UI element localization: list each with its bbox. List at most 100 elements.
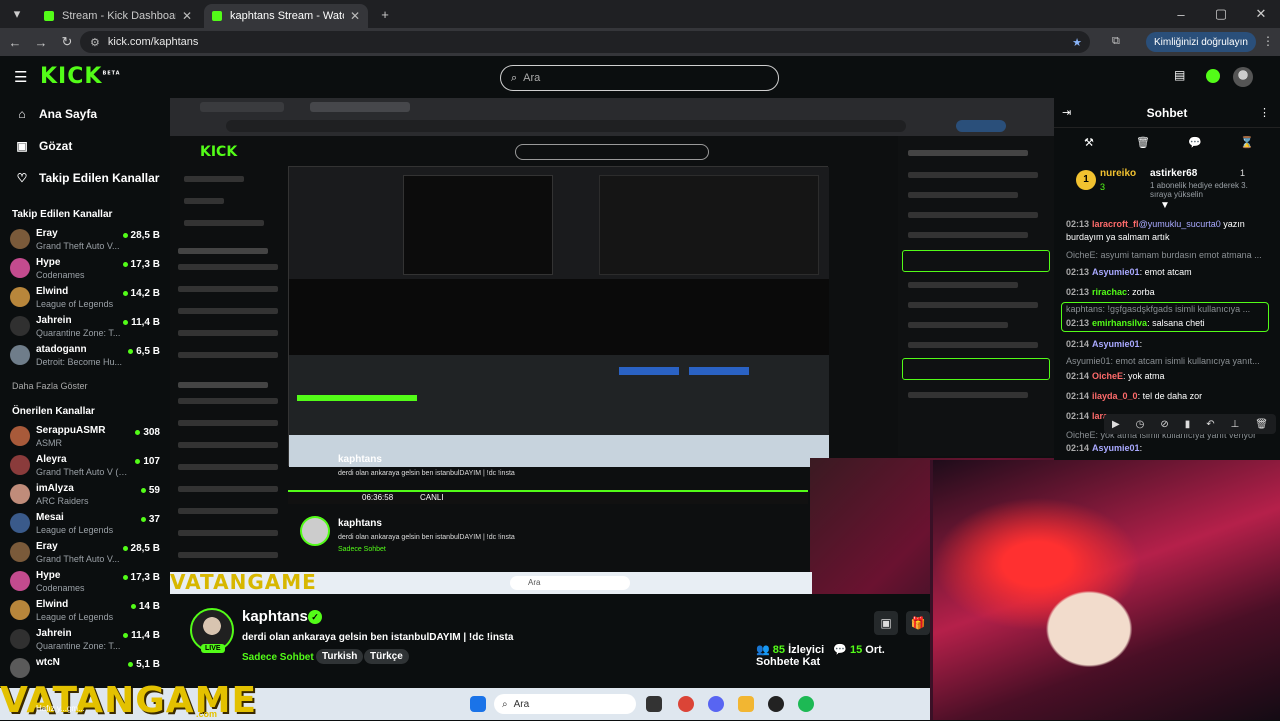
chat-message[interactable]: 02:13 emirhansilva: salsana cheti — [1066, 317, 1272, 330]
chat-message[interactable]: 02:14 Asyumie01: — [1066, 338, 1272, 351]
channel-item[interactable]: Hype Codenames 17,3 B — [10, 255, 162, 283]
channel-item[interactable]: Hype Codenames 17,3 B — [10, 568, 162, 596]
tag-turkce[interactable]: Türkçe — [364, 649, 409, 664]
nested-subonly: Sadece Sohbet — [338, 546, 386, 553]
chat-menu-icon[interactable]: ⋮ — [1259, 106, 1270, 119]
task-view-icon[interactable] — [646, 696, 662, 712]
verify-label: Kimliğinizi doğrulayın — [1154, 36, 1248, 48]
chat-message[interactable]: 02:14 Asyumie01: — [1066, 442, 1272, 455]
reload-icon[interactable]: ↻ — [54, 34, 80, 50]
play-icon[interactable]: ▶ — [1112, 419, 1120, 430]
search-input[interactable]: ⌕ Ara — [500, 65, 779, 91]
channel-name[interactable]: kaphtans — [242, 608, 308, 625]
nested-vatan-overlay: VATANGAME — [170, 570, 317, 594]
nested-timer: 06:36:58 — [362, 493, 394, 502]
timeout-icon[interactable]: ◷ — [1136, 419, 1145, 430]
chat-message[interactable]: 02:13 Asyumie01: emot atcam — [1066, 266, 1272, 279]
message-user[interactable]: rirachac — [1092, 287, 1127, 297]
show-more-link[interactable]: Daha Fazla Göster — [12, 381, 88, 391]
chat-message[interactable]: 02:13 rirachac: zorba — [1066, 286, 1272, 299]
chat-message[interactable]: 02:14 ilayda_0_0: tel de daha zor — [1066, 390, 1272, 403]
channel-item[interactable]: atadogann Detroit: Become Hu... 6,5 B — [10, 342, 162, 370]
mute-icon[interactable]: ⊘ — [1160, 419, 1168, 430]
discord-icon[interactable] — [708, 696, 724, 712]
file-explorer-icon[interactable] — [738, 696, 754, 712]
tab-dashboard[interactable]: Stream - Kick Dashboard ✕ — [36, 4, 200, 28]
chat-bubble-icon[interactable]: 💬 — [1188, 136, 1202, 149]
nav-browse[interactable]: ▣ Gözat — [14, 135, 72, 157]
channel-item[interactable]: Eray Grand Theft Auto V... 28,5 B — [10, 539, 162, 567]
message-time: 02:13 — [1066, 318, 1090, 328]
reply-icon[interactable]: ↶ — [1206, 419, 1214, 430]
tab-close-icon[interactable]: ✕ — [350, 9, 360, 23]
channel-item[interactable]: SerappuASMR ASMR 308 — [10, 423, 162, 451]
expand-leaderboard-icon[interactable]: ▼ — [1160, 200, 1170, 211]
channel-avatar — [10, 316, 30, 336]
forward-icon[interactable]: → — [28, 35, 54, 50]
live-dot-icon — [122, 261, 128, 267]
obs-icon[interactable] — [768, 696, 784, 712]
logo-beta: BETA — [102, 70, 121, 77]
dashboard-icon[interactable]: ▤ — [1174, 68, 1185, 82]
hourglass-icon[interactable]: ⌛ — [1240, 136, 1254, 149]
windows-search[interactable]: ⌕ Ara — [494, 694, 636, 714]
hamburger-menu-icon[interactable]: ☰ — [14, 68, 27, 86]
bookmark-star-icon[interactable]: ★ — [1072, 36, 1082, 49]
kick-coin-icon[interactable] — [1206, 69, 1220, 83]
message-user[interactable]: laracroft_fl — [1092, 219, 1139, 229]
channel-item[interactable]: Mesai League of Legends 37 — [10, 510, 162, 538]
chrome-icon[interactable] — [678, 696, 694, 712]
tab-stream[interactable]: kaphtans Stream - Watch Live o ✕ — [204, 4, 368, 28]
message-user[interactable]: Asyumie01 — [1092, 443, 1140, 453]
channel-item[interactable]: Jahrein Quarantine Zone: T... 11,4 B — [10, 313, 162, 341]
extensions-icon[interactable]: ⧉ — [1112, 35, 1120, 48]
message-user[interactable]: ilayda_0_0 — [1092, 391, 1138, 401]
window-close-icon[interactable]: ✕ — [1248, 6, 1274, 22]
channel-item[interactable]: Eray Grand Theft Auto V... 28,5 B — [10, 226, 162, 254]
nav-following[interactable]: ♡ Takip Edilen Kanallar — [14, 167, 160, 189]
channel-item[interactable]: Elwind League of Legends 14 B — [10, 597, 162, 625]
tab-search-icon[interactable]: ▾ — [4, 6, 30, 22]
ban-hammer-icon[interactable]: ⚒ — [1084, 136, 1094, 149]
user-avatar[interactable] — [1233, 67, 1253, 87]
kick-logo[interactable]: KICKBETA — [40, 64, 121, 89]
delete-icon[interactable]: ▮ — [1185, 419, 1191, 430]
nav-home[interactable]: ⌂ Ana Sayfa — [14, 103, 97, 125]
address-bar[interactable]: ⚙ kick.com/kaphtans ★ — [80, 31, 1090, 53]
browser-menu-icon[interactable]: ⋮ — [1262, 34, 1274, 48]
chat-message[interactable]: 02:14 OicheE: yok atma — [1066, 370, 1272, 383]
message-user[interactable]: Asyumie01 — [1092, 267, 1140, 277]
trash-icon[interactable]: 🗑 — [1255, 419, 1268, 430]
channel-item[interactable]: wtcN 5,1 B — [10, 655, 162, 683]
minimize-icon[interactable]: – — [1168, 7, 1194, 22]
channel-item[interactable]: Jahrein Quarantine Zone: T... 11,4 B — [10, 626, 162, 654]
message-user[interactable]: Asyumie01 — [1092, 339, 1140, 349]
spotify-icon[interactable] — [798, 696, 814, 712]
gift-icon[interactable]: 🎁 — [906, 611, 930, 635]
video-player[interactable]: KICK kaphtans derdi olan ankaraya gelsin… — [170, 98, 1054, 594]
maximize-icon[interactable]: ▢ — [1208, 6, 1234, 22]
channel-game: League of Legends — [36, 525, 114, 535]
pin-icon[interactable]: ⊥ — [1231, 419, 1240, 430]
channel-item[interactable]: Aleyra Grand Theft Auto V (G... 107 — [10, 452, 162, 480]
clip-icon[interactable]: ▣ — [874, 611, 898, 635]
windows-start-icon[interactable] — [470, 696, 486, 712]
verify-identity-button[interactable]: Kimliğinizi doğrulayın — [1146, 32, 1256, 52]
viewer-count: 28,5 B — [122, 230, 160, 241]
trash-icon[interactable]: 🗑 — [1136, 136, 1150, 149]
message-text: : — [1139, 443, 1143, 453]
message-user[interactable]: emirhansilva — [1092, 318, 1147, 328]
message-mention[interactable]: @yumuklu_sucurta0 — [1139, 219, 1221, 229]
tab-close-icon[interactable]: ✕ — [182, 9, 192, 23]
site-info-icon[interactable]: ⚙ — [90, 36, 100, 49]
channel-item[interactable]: imAlyza ARC Raiders 59 — [10, 481, 162, 509]
channel-name: Elwind — [36, 286, 69, 297]
new-tab-icon[interactable]: + — [372, 7, 398, 22]
message-user[interactable]: OicheE — [1092, 371, 1123, 381]
channel-item[interactable]: Elwind League of Legends 14,2 B — [10, 284, 162, 312]
tag-turkish[interactable]: Turkish — [316, 649, 364, 664]
back-icon[interactable]: ← — [2, 35, 28, 50]
viewer-count: 107 — [135, 456, 160, 467]
chat-message[interactable]: 02:13 laracroft_fl@yumuklu_sucurta0 yazın… — [1066, 218, 1272, 244]
nested-live-label: CANLI — [420, 493, 444, 502]
